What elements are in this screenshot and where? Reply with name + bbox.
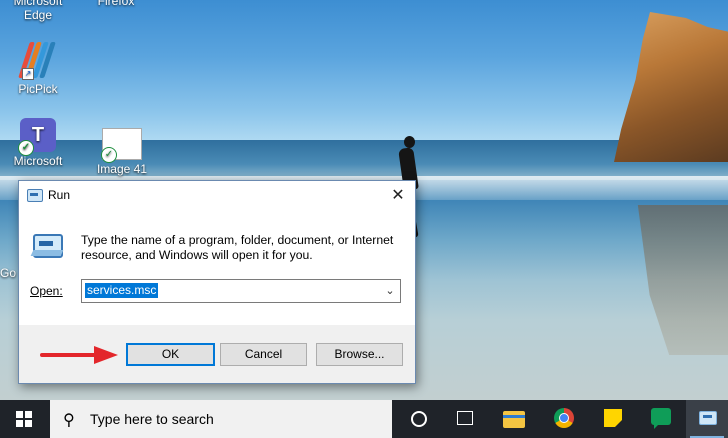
open-label-text: Open: xyxy=(30,284,63,298)
sticky-notes-button[interactable] xyxy=(590,400,636,438)
dialog-instructions: Type the name of a program, folder, docu… xyxy=(81,233,394,262)
taskbar-search-box[interactable]: ⚲ Type here to search xyxy=(50,400,392,438)
annotation-arrow-icon xyxy=(40,346,118,364)
desktop-icon-label: Microsoft xyxy=(13,154,63,168)
wallpaper-rock xyxy=(614,12,728,162)
desktop-icon-teams[interactable]: T ✓ Microsoft xyxy=(0,118,78,168)
picpick-icon: ↗ xyxy=(18,40,58,80)
wallpaper-reflection xyxy=(637,205,728,355)
sticky-notes-icon xyxy=(604,409,622,427)
desktop-icon-label: Go xyxy=(0,266,17,280)
dialog-titlebar[interactable]: Run ✕ xyxy=(19,181,415,210)
open-combobox[interactable]: services.msc ⌄ xyxy=(81,279,401,303)
browse-button[interactable]: Browse... xyxy=(316,343,403,366)
close-button[interactable]: ✕ xyxy=(381,181,415,210)
hangouts-button[interactable] xyxy=(638,400,684,438)
sync-check-icon: ✓ xyxy=(18,140,34,156)
chrome-icon xyxy=(554,408,574,428)
cancel-button[interactable]: Cancel xyxy=(220,343,307,366)
desktop-icon-picpick[interactable]: ↗ PicPick xyxy=(0,40,78,96)
search-placeholder: Type here to search xyxy=(90,411,214,427)
sync-check-icon: ✓ xyxy=(101,147,117,163)
windows-logo-icon xyxy=(16,411,32,427)
open-input-value[interactable]: services.msc xyxy=(85,283,159,298)
desktop-icon-label: Edge xyxy=(23,8,53,22)
desktop-icon-firefox[interactable]: Firefox xyxy=(76,0,156,8)
desktop-icon-label: PicPick xyxy=(18,82,58,96)
hangouts-icon xyxy=(651,408,671,425)
desktop-icon-image41[interactable]: ✓ Image 41 xyxy=(82,128,162,176)
desktop-icon-partial[interactable]: Go xyxy=(0,266,20,280)
run-app-icon xyxy=(33,234,63,258)
run-icon xyxy=(27,189,43,202)
task-view-icon xyxy=(457,411,473,425)
desktop-icon-label: Image 41 xyxy=(96,162,148,176)
start-button[interactable] xyxy=(0,400,46,438)
search-icon: ⚲ xyxy=(63,412,75,429)
taskbar: ⚲ Type here to search xyxy=(0,400,728,438)
file-explorer-button[interactable] xyxy=(492,400,538,438)
run-icon xyxy=(699,411,717,425)
dialog-body xyxy=(19,210,415,325)
chrome-button[interactable] xyxy=(541,400,587,438)
task-view-button[interactable] xyxy=(441,400,487,438)
desktop-icon-label: Microsoft xyxy=(13,0,63,8)
file-explorer-icon xyxy=(503,411,525,428)
ok-button[interactable]: OK xyxy=(126,343,215,366)
open-label: Open: xyxy=(30,284,63,298)
chevron-down-icon[interactable]: ⌄ xyxy=(382,280,398,302)
cortana-button[interactable] xyxy=(395,400,441,438)
desktop-icon-label: Firefox xyxy=(97,0,135,8)
dialog-title: Run xyxy=(48,188,71,202)
cortana-icon xyxy=(411,411,427,427)
teams-icon: T ✓ xyxy=(18,118,56,156)
shortcut-arrow-icon: ↗ xyxy=(22,68,34,80)
image-file-icon: ✓ xyxy=(101,128,142,163)
run-taskbar-button[interactable] xyxy=(686,400,728,438)
desktop-icon-edge[interactable]: Microsoft Edge xyxy=(0,0,78,22)
